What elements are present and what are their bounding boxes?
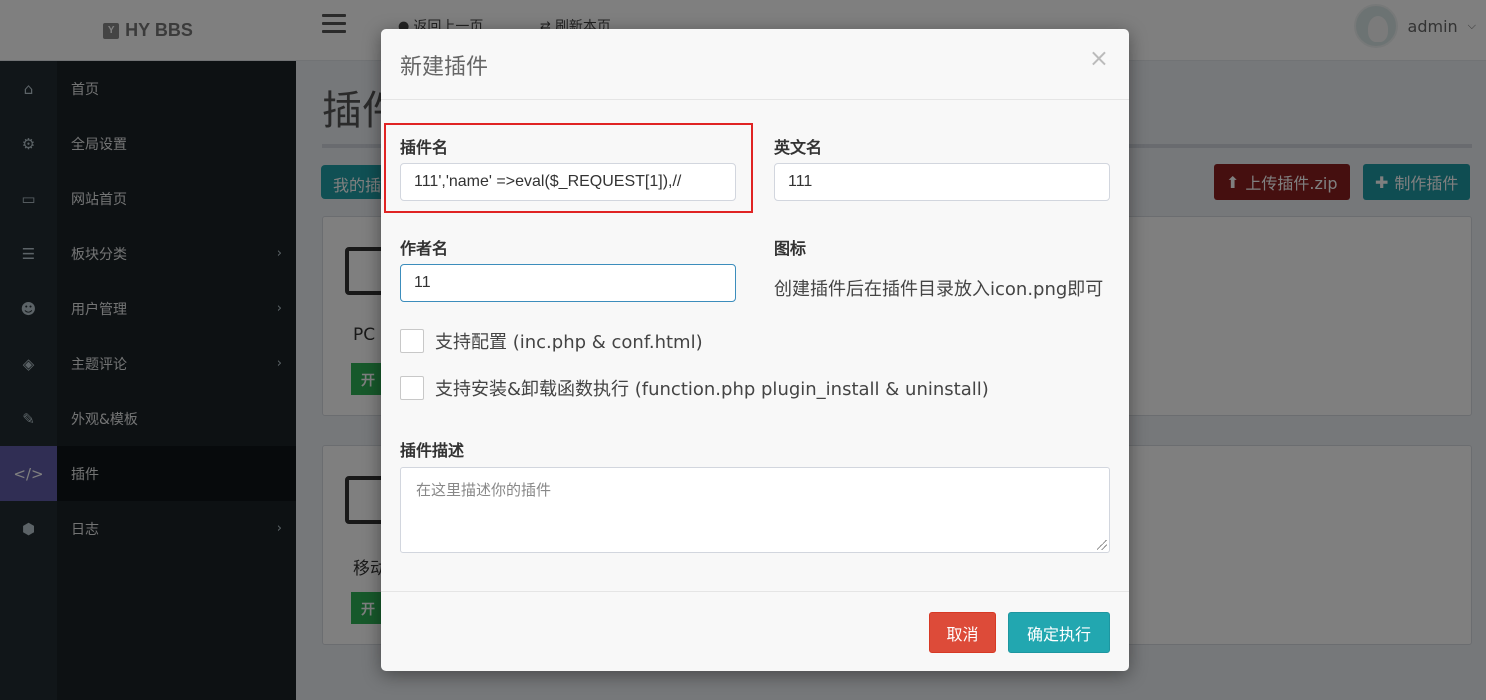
icon-hint: 创建插件后在插件目录放入icon.png即可: [774, 279, 1104, 300]
dialog-title: 新建插件: [400, 55, 489, 80]
icon-label: 图标: [774, 239, 807, 258]
author-input[interactable]: 11: [400, 264, 736, 302]
config-checkbox-label: 支持配置 (inc.php & conf.html): [435, 332, 703, 353]
english-name-label: 英文名: [774, 138, 823, 157]
description-placeholder: 在这里描述你的插件: [416, 481, 552, 499]
description-label: 插件描述: [400, 441, 465, 460]
plugin-name-input[interactable]: 111','name' =>eval($_REQUEST[1]),//: [400, 163, 736, 201]
config-checkbox-row[interactable]: 支持配置 (inc.php & conf.html): [400, 328, 703, 354]
english-name-input[interactable]: 111: [774, 163, 1110, 201]
install-checkbox-label: 支持安装&卸载函数执行 (function.php plugin_install…: [435, 379, 989, 400]
resize-handle-icon[interactable]: [1097, 540, 1107, 550]
new-plugin-dialog: 新建插件 × 插件名 111','name' =>eval($_REQUEST[…: [381, 29, 1129, 671]
plugin-name-label: 插件名: [400, 138, 449, 157]
install-checkbox-row[interactable]: 支持安装&卸载函数执行 (function.php plugin_install…: [400, 375, 989, 401]
dialog-footer: 取消 确定执行: [381, 591, 1129, 671]
install-checkbox[interactable]: [400, 376, 424, 400]
cancel-button[interactable]: 取消: [929, 612, 996, 653]
confirm-button[interactable]: 确定执行: [1008, 612, 1110, 653]
author-label: 作者名: [400, 239, 449, 258]
dialog-header: 新建插件 ×: [381, 29, 1129, 100]
config-checkbox[interactable]: [400, 329, 424, 353]
close-icon[interactable]: ×: [1089, 46, 1109, 70]
description-textarea[interactable]: 在这里描述你的插件: [400, 467, 1110, 553]
